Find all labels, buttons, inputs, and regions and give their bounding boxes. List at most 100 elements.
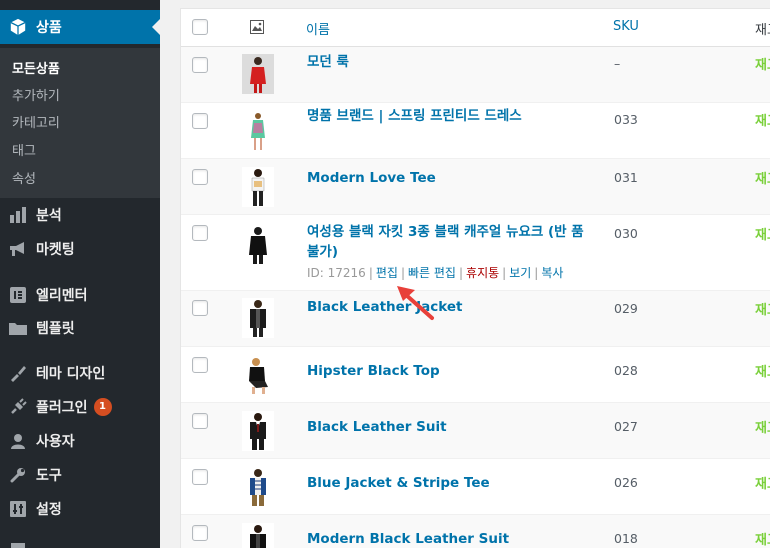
row-actions: ID: 17216 | 편집 | 빠른 편집 | 휴지통 | 보기 | 복사 <box>307 266 564 280</box>
row-checkbox[interactable] <box>192 113 208 129</box>
product-sku: 027 <box>614 419 638 434</box>
sidebar-menu-label: 테마 디자인 <box>36 366 106 382</box>
sidebar-menu-partial-bottom[interactable] <box>0 536 160 548</box>
product-name-link[interactable]: Black Leather Jacket <box>307 297 597 317</box>
megaphone-icon <box>0 241 36 257</box>
sidebar-menu-elementor[interactable]: 엘리멘터 <box>0 278 160 312</box>
row-checkbox[interactable] <box>192 357 208 373</box>
product-thumbnail[interactable] <box>242 298 274 338</box>
product-name-link[interactable]: Hipster Black Top <box>307 361 597 381</box>
row-checkbox[interactable] <box>192 225 208 241</box>
product-thumbnail[interactable] <box>242 111 274 151</box>
sidebar-menu-users[interactable]: 사용자 <box>0 424 160 458</box>
product-thumbnail[interactable] <box>242 167 274 207</box>
settings-icon <box>0 501 36 517</box>
product-thumbnail[interactable] <box>242 467 274 507</box>
user-icon <box>0 433 36 449</box>
view-link[interactable]: 보기 <box>509 266 531 280</box>
sidebar-menu-label: 플러그인 <box>36 400 88 416</box>
sidebar-menu-label: 마켓팅 <box>36 242 75 258</box>
product-thumbnail[interactable] <box>242 411 274 451</box>
sidebar-menu-label: 분석 <box>36 208 62 224</box>
row-checkbox[interactable] <box>192 413 208 429</box>
sidebar-menu-products[interactable]: 상품 <box>0 10 160 44</box>
submenu-attributes[interactable]: 속성 <box>12 168 36 187</box>
table-row: Modern Love Tee 031 재고 <box>181 159 770 215</box>
folder-icon <box>0 321 36 335</box>
product-thumbnail[interactable] <box>242 54 274 94</box>
stock-status: 재고 <box>755 303 770 318</box>
product-name-link[interactable]: Blue Jacket & Stripe Tee <box>307 473 597 493</box>
submenu-all-products[interactable]: 모든상품 <box>12 58 60 77</box>
submenu-tags[interactable]: 태그 <box>12 140 36 159</box>
row-checkbox[interactable] <box>192 525 208 541</box>
product-sku: 030 <box>614 226 638 241</box>
sidebar-menu-tools[interactable]: 도구 <box>0 458 160 492</box>
product-name-link[interactable]: Black Leather Suit <box>307 417 597 437</box>
row-checkbox[interactable] <box>192 57 208 73</box>
product-sku: 018 <box>614 531 638 546</box>
sidebar-menu-theme-design[interactable]: 테마 디자인 <box>0 356 160 390</box>
submenu-categories[interactable]: 카테고리 <box>12 112 60 131</box>
product-thumbnail[interactable] <box>242 225 274 265</box>
duplicate-link[interactable]: 복사 <box>541 266 563 280</box>
row-checkbox[interactable] <box>192 169 208 185</box>
trash-link[interactable]: 휴지통 <box>466 266 499 280</box>
product-sku: 026 <box>614 475 638 490</box>
product-name-link[interactable]: 모던 룩 <box>307 52 597 72</box>
sidebar-menu-partial[interactable]: ■ <box>0 0 160 4</box>
sidebar-menu-marketing[interactable]: 마켓팅 <box>0 232 160 266</box>
products-table: 이름 SKU 재고 모던 룩 – 재고 명품 브랜드 | 스프링 프린티드 드레… <box>180 8 770 548</box>
product-name-link[interactable]: Modern Love Tee <box>307 168 597 188</box>
stock-status: 재고 <box>755 421 770 436</box>
product-name-link[interactable]: 여성용 블랙 자킷 3종 블랙 캐주얼 뉴요크 (반 품 불가) <box>307 222 597 262</box>
sidebar-menu-plugins[interactable]: 플러그인 1 <box>0 390 160 424</box>
paintbrush-icon <box>0 364 36 382</box>
column-header-sku[interactable]: SKU <box>613 19 639 34</box>
submenu-add-new[interactable]: 추가하기 <box>12 85 60 104</box>
active-menu-pointer <box>152 19 160 35</box>
column-header-stock: 재고 <box>755 23 770 38</box>
edit-link[interactable]: 편집 <box>376 266 398 280</box>
table-row: Hipster Black Top 028 재고 <box>181 347 770 403</box>
select-all-checkbox[interactable] <box>192 19 208 35</box>
row-checkbox[interactable] <box>192 300 208 316</box>
product-sku: – <box>614 56 621 71</box>
stock-status: 재고 <box>755 114 770 129</box>
main-content: 이름 SKU 재고 모던 룩 – 재고 명품 브랜드 | 스프링 프린티드 드레… <box>160 0 770 548</box>
table-row: 모던 룩 – 재고 <box>181 47 770 103</box>
products-submenu: 모든상품 추가하기 카테고리 태그 속성 <box>0 48 160 198</box>
bar-chart-icon <box>0 207 36 223</box>
sidebar-menu-settings[interactable]: 설정 <box>0 492 160 526</box>
stock-status: 재고 <box>755 365 770 380</box>
product-name-link[interactable]: Modern Black Leather Suit <box>307 529 597 548</box>
sidebar-menu-analytics[interactable]: 분석 <box>0 198 160 232</box>
sidebar-menu-label: 설정 <box>36 502 62 518</box>
stock-status: 재고 <box>755 533 770 548</box>
product-name-link[interactable]: 명품 브랜드 | 스프링 프린티드 드레스 <box>307 106 597 126</box>
wrench-icon <box>0 467 36 483</box>
elementor-icon <box>0 287 36 303</box>
sidebar-menu-label: 상품 <box>36 20 62 36</box>
column-header-name[interactable]: 이름 <box>306 19 330 38</box>
product-sku: 031 <box>614 170 638 185</box>
product-thumbnail[interactable] <box>242 355 274 395</box>
generic-icon <box>0 535 36 548</box>
plug-icon <box>0 398 36 416</box>
table-row: Black Leather Jacket 029 재고 <box>181 291 770 347</box>
box-icon <box>0 18 36 36</box>
row-checkbox[interactable] <box>192 469 208 485</box>
product-thumbnail[interactable] <box>242 523 274 548</box>
sidebar-menu-label: 도구 <box>36 468 62 484</box>
sidebar-menu-label: 엘리멘터 <box>36 288 88 304</box>
quick-edit-link[interactable]: 빠른 편집 <box>408 266 456 280</box>
update-count-badge: 1 <box>93 398 112 416</box>
table-row: 여성용 블랙 자킷 3종 블랙 캐주얼 뉴요크 (반 품 불가) 030 재고 … <box>181 215 770 291</box>
stock-status: 재고 <box>755 172 770 187</box>
table-row: Blue Jacket & Stripe Tee 026 재고 <box>181 459 770 515</box>
sidebar-menu-label: 사용자 <box>36 434 75 450</box>
table-row: 명품 브랜드 | 스프링 프린티드 드레스 033 재고 <box>181 103 770 159</box>
sidebar-menu-templates[interactable]: 템플릿 <box>0 311 160 345</box>
table-header: 이름 SKU 재고 <box>181 9 770 47</box>
product-sku: 033 <box>614 112 638 127</box>
